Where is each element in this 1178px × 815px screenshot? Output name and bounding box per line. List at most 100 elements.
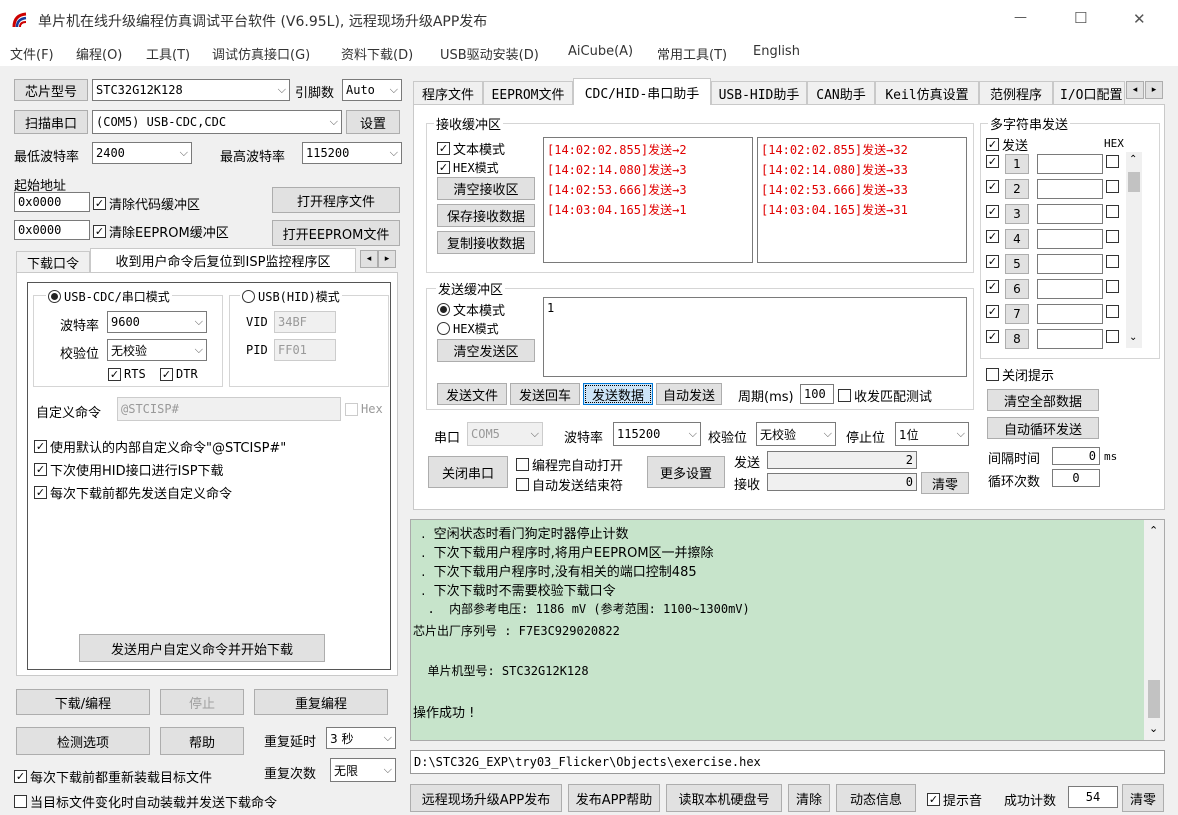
- auto-loop-send-button[interactable]: 自动循环发送: [987, 417, 1099, 439]
- copy-receive-button[interactable]: 复制接收数据: [437, 231, 535, 254]
- recv-hex-mode-checkbox[interactable]: ✓ HEX模式: [437, 159, 499, 176]
- chip-model-button[interactable]: 芯片型号: [14, 79, 88, 101]
- receive-hex-area[interactable]: [14:02:02.855]发送→32 [14:02:14.080]发送→33 …: [757, 137, 967, 263]
- eeprom-address-input[interactable]: 0x0000: [14, 220, 90, 240]
- tab-scroll-right-icon[interactable]: ▸: [378, 250, 396, 268]
- auto-send-button[interactable]: 自动发送: [656, 383, 722, 405]
- recv-text-mode-checkbox[interactable]: ✓ 文本模式: [437, 139, 505, 158]
- serial-baud-select[interactable]: 115200 ⌵: [613, 422, 701, 446]
- reload-target-checkbox[interactable]: ✓ 每次下载前都重新装载目标文件: [14, 767, 212, 786]
- multi-row-hex-checkbox[interactable]: [1106, 305, 1122, 318]
- multi-row-input[interactable]: [1037, 204, 1103, 224]
- scroll-down-icon[interactable]: ⌄: [1129, 332, 1137, 343]
- multi-row-send-button[interactable]: 6: [1005, 279, 1029, 299]
- send-text-mode-radio[interactable]: 文本模式: [437, 300, 505, 319]
- clear-code-checkbox[interactable]: ✓ 清除代码缓冲区: [93, 194, 200, 213]
- auto-terminator-checkbox[interactable]: 自动发送结束符: [516, 475, 623, 494]
- multi-row-input[interactable]: [1037, 154, 1103, 174]
- multi-row-hex-checkbox[interactable]: [1106, 330, 1122, 343]
- tab-scroll-left-icon[interactable]: ◂: [360, 250, 378, 268]
- min-baud-select[interactable]: 2400 ⌵: [92, 142, 192, 164]
- repeat-program-button[interactable]: 重复编程: [254, 689, 388, 715]
- port-select[interactable]: (COM5) USB-CDC,CDC ⌵: [92, 110, 342, 134]
- multi-row-checkbox[interactable]: ✓: [986, 155, 1002, 168]
- stop-button[interactable]: 停止: [160, 689, 244, 715]
- open-program-file-button[interactable]: 打开程序文件: [272, 187, 400, 213]
- remote-upgrade-button[interactable]: 远程现场升级APP发布: [410, 784, 562, 812]
- menu-common-tools[interactable]: 常用工具(T): [657, 44, 727, 63]
- log-scrollbar[interactable]: ⌃ ⌄: [1144, 520, 1164, 740]
- multi-row-send-button[interactable]: 2: [1005, 179, 1029, 199]
- multi-row-input[interactable]: [1037, 179, 1103, 199]
- multi-row-checkbox[interactable]: ✓: [986, 280, 1002, 293]
- close-tip-checkbox[interactable]: 关闭提示: [986, 365, 1054, 384]
- multi-row-send-button[interactable]: 1: [1005, 154, 1029, 174]
- tab-examples[interactable]: 范例程序: [979, 81, 1053, 104]
- tab-user-reset[interactable]: 收到用户命令后复位到ISP监控程序区: [90, 248, 356, 272]
- send-file-button[interactable]: 发送文件: [437, 383, 507, 405]
- tab-cdc-hid-serial[interactable]: CDC/HID-串口助手: [573, 78, 711, 105]
- open-eeprom-file-button[interactable]: 打开EEPROM文件: [272, 220, 400, 246]
- download-program-button[interactable]: 下载/编程: [16, 689, 150, 715]
- multi-row-send-button[interactable]: 5: [1005, 254, 1029, 274]
- reset-success-button[interactable]: 清零: [1122, 784, 1164, 812]
- multi-row-hex-checkbox[interactable]: [1106, 255, 1122, 268]
- auto-open-checkbox[interactable]: 编程完自动打开: [516, 455, 623, 474]
- tab-scroll-right-icon[interactable]: ▸: [1145, 81, 1163, 99]
- code-address-input[interactable]: 0x0000: [14, 192, 90, 212]
- loop-count-input[interactable]: 0: [1052, 469, 1100, 487]
- menu-file[interactable]: 文件(F): [10, 44, 54, 63]
- port-select[interactable]: COM5 ⌵: [467, 422, 543, 446]
- tab-scroll-left-icon[interactable]: ◂: [1126, 81, 1144, 99]
- repeat-delay-select[interactable]: 3 秒 ⌵: [326, 727, 396, 749]
- settings-button[interactable]: 设置: [346, 110, 400, 134]
- clear-all-data-button[interactable]: 清空全部数据: [987, 389, 1099, 411]
- auto-load-checkbox[interactable]: 当目标文件变化时自动装载并发送下载命令: [14, 792, 277, 811]
- multi-row-checkbox[interactable]: ✓: [986, 255, 1002, 268]
- scroll-down-icon[interactable]: ⌄: [1149, 722, 1158, 735]
- multi-row-hex-checkbox[interactable]: [1106, 205, 1122, 218]
- stop-bits-select[interactable]: 1位 ⌵: [895, 422, 969, 446]
- help-button[interactable]: 帮助: [160, 727, 244, 755]
- tab-keil[interactable]: Keil仿真设置: [875, 81, 979, 104]
- send-hex-mode-radio[interactable]: HEX模式: [437, 320, 499, 337]
- maximize-icon[interactable]: ☐: [1074, 9, 1087, 27]
- menu-usb-driver[interactable]: USB驱动安装(D): [440, 44, 539, 63]
- interval-input[interactable]: 0: [1052, 447, 1100, 465]
- clear-counter-button[interactable]: 清零: [921, 472, 969, 494]
- multi-row-send-button[interactable]: 4: [1005, 229, 1029, 249]
- clear-log-button[interactable]: 清除: [788, 784, 830, 812]
- tab-io-config[interactable]: I/O口配置: [1053, 81, 1125, 104]
- send-text-area[interactable]: 1: [543, 297, 967, 377]
- pins-select[interactable]: Auto ⌵: [342, 79, 402, 101]
- menu-program[interactable]: 编程(O): [76, 44, 122, 63]
- clear-eeprom-checkbox[interactable]: ✓ 清除EEPROM缓冲区: [93, 222, 229, 241]
- multi-row-input[interactable]: [1037, 279, 1103, 299]
- multi-row-hex-checkbox[interactable]: [1106, 155, 1122, 168]
- multi-scrollbar[interactable]: ⌃ ⌄: [1126, 152, 1142, 348]
- more-settings-button[interactable]: 更多设置: [647, 456, 725, 488]
- max-baud-select[interactable]: 115200 ⌵: [302, 142, 402, 164]
- multi-row-checkbox[interactable]: ✓: [986, 180, 1002, 193]
- menu-debug[interactable]: 调试仿真接口(G): [212, 44, 310, 63]
- publish-help-button[interactable]: 发布APP帮助: [568, 784, 660, 812]
- close-port-button[interactable]: 关闭串口: [428, 456, 508, 488]
- tab-program-file[interactable]: 程序文件: [413, 81, 483, 104]
- multi-send-header-checkbox[interactable]: ✓ 发送: [986, 135, 1028, 154]
- menu-downloads[interactable]: 资料下载(D): [341, 44, 413, 63]
- chip-model-select[interactable]: STC32G12K128 ⌵: [92, 79, 290, 101]
- match-test-checkbox[interactable]: 收发匹配测试: [838, 386, 932, 405]
- multi-row-send-button[interactable]: 8: [1005, 329, 1029, 349]
- multi-row-send-button[interactable]: 3: [1005, 204, 1029, 224]
- close-icon[interactable]: ✕: [1133, 10, 1146, 28]
- multi-row-input[interactable]: [1037, 304, 1103, 324]
- scroll-thumb[interactable]: [1128, 172, 1140, 192]
- multi-row-send-button[interactable]: 7: [1005, 304, 1029, 324]
- send-custom-command-button[interactable]: 发送用户自定义命令并开始下载: [79, 634, 325, 662]
- sound-checkbox[interactable]: ✓ 提示音: [927, 790, 982, 809]
- scroll-up-icon[interactable]: ⌃: [1129, 154, 1137, 165]
- multi-row-checkbox[interactable]: ✓: [986, 205, 1002, 218]
- serial-parity-select[interactable]: 无校验 ⌵: [756, 422, 836, 446]
- menu-aicube[interactable]: AiCube(A): [568, 44, 633, 59]
- output-log[interactable]: . 空闲状态时看门狗定时器停止计数 . 下次下载用户程序时,将用户EEPROM区…: [410, 519, 1165, 741]
